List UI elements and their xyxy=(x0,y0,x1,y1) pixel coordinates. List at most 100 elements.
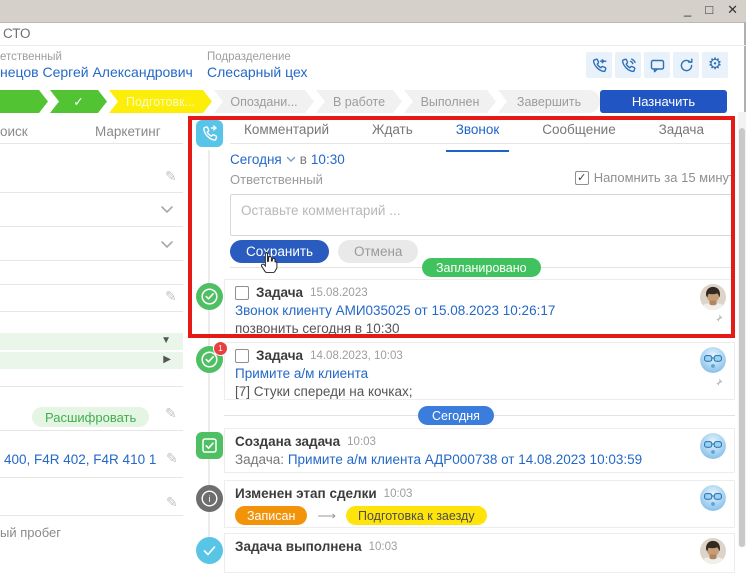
tab-comment[interactable]: Комментарий xyxy=(244,122,329,143)
new-stage-badge: Подготовка к заезду xyxy=(346,506,487,525)
tab-marketing[interactable]: Маркетинг xyxy=(95,124,161,139)
field-underline xyxy=(0,515,183,516)
decrypt-button[interactable]: Расшифровать xyxy=(32,407,149,427)
page-title: СТО xyxy=(3,26,30,41)
old-stage-badge: Записан xyxy=(235,506,307,525)
pin-icon[interactable] xyxy=(712,312,724,330)
task-activity-icon xyxy=(196,283,223,310)
activity-tabs: Комментарий Ждать Звонок Сообщение Задач… xyxy=(244,122,704,143)
card-title: Создана задача xyxy=(235,434,340,449)
timeline-card-task: Задача 15.08.2023 Звонок клиенту АМИ0350… xyxy=(224,279,735,336)
chevron-down-icon[interactable] xyxy=(286,156,296,163)
task-done-icon xyxy=(196,537,223,564)
timeline-card-task-done: Задача выполнена 10:03 xyxy=(224,533,735,573)
window-controls: _ □ ✕ xyxy=(684,2,738,18)
phone-icon xyxy=(620,57,637,74)
timeline-card-event: Создана задача 10:03 Задача: Примите а/м… xyxy=(224,428,735,473)
dropdown-triangle-icon[interactable]: ▼ xyxy=(161,335,171,346)
time-select[interactable]: 10:30 xyxy=(311,152,345,167)
list-row-selected[interactable]: ▼ xyxy=(0,333,183,350)
call-transfer-button[interactable] xyxy=(586,52,612,78)
stage-chip[interactable]: Выполнен xyxy=(404,90,496,113)
stage-chip[interactable] xyxy=(0,90,48,113)
field-underline xyxy=(0,284,183,285)
bot-avatar xyxy=(700,433,726,459)
info-icon: i xyxy=(196,485,223,512)
call-button[interactable] xyxy=(615,52,641,78)
task-checkbox[interactable] xyxy=(235,286,249,300)
edit-pencil-icon[interactable]: ✎ xyxy=(165,405,177,422)
card-title: Изменен этап сделки xyxy=(235,486,377,501)
pin-icon[interactable] xyxy=(712,376,724,394)
timeline-card-task: Задача 14.08.2023, 10:03 Примите а/м кли… xyxy=(224,342,735,400)
stage-chip-done[interactable]: ✓ xyxy=(50,90,107,113)
comment-input[interactable] xyxy=(230,194,735,236)
responsible-value-link[interactable]: нецов Сергей Александрович xyxy=(0,64,193,80)
parts-link[interactable]: 400, F4R 402, F4R 410 1 xyxy=(4,452,156,467)
edit-pencil-icon[interactable]: ✎ xyxy=(166,494,178,511)
save-button[interactable]: Сохранить xyxy=(230,240,329,263)
maximize-button[interactable]: □ xyxy=(705,2,713,18)
field-underline xyxy=(0,311,183,312)
chat-icon xyxy=(649,57,666,74)
refresh-icon xyxy=(678,57,695,74)
card-datetime: 14.08.2023, 10:03 xyxy=(310,350,403,362)
task-activity-icon: 1 xyxy=(196,346,223,373)
divider xyxy=(0,386,183,387)
tab-message[interactable]: Сообщение xyxy=(542,122,615,143)
timeline-card-stage-change: Изменен этап сделки 10:03 Записан ⟶ Подг… xyxy=(224,480,735,528)
stage-chip[interactable]: Завершить xyxy=(498,90,600,113)
edit-pencil-icon[interactable]: ✎ xyxy=(165,288,177,305)
task-link[interactable]: Примите а/м клиента АДР000738 от 14.08.2… xyxy=(288,452,642,467)
edit-pencil-icon[interactable]: ✎ xyxy=(166,450,178,467)
edit-pencil-icon[interactable]: ✎ xyxy=(165,168,177,185)
card-title: Задача xyxy=(256,348,303,363)
stage-chip[interactable]: В работе xyxy=(316,90,402,113)
arrow-right-icon: ⟶ xyxy=(317,508,336,524)
sync-button[interactable] xyxy=(673,52,699,78)
card-note: [7] Стуки спереди на кочках; xyxy=(235,384,724,399)
tab-task[interactable]: Задача xyxy=(659,122,704,143)
expand-triangle-icon[interactable]: ▶ xyxy=(163,354,171,365)
card-datetime: 15.08.2023 xyxy=(310,287,368,299)
settings-button[interactable]: ⚙ xyxy=(702,52,728,78)
date-select[interactable]: Сегодня xyxy=(230,152,282,167)
header-toolbar: ⚙ xyxy=(586,52,728,78)
close-button[interactable]: ✕ xyxy=(727,2,738,18)
stage-chip[interactable]: Опоздани... xyxy=(214,90,314,113)
field-underline xyxy=(0,192,183,193)
reminder-label: Напомнить за 15 минут xyxy=(594,170,735,185)
card-note: позвонить сегодня в 10:30 xyxy=(235,321,724,336)
stage-chip-current[interactable]: Подготовк... xyxy=(109,90,212,113)
chat-button[interactable] xyxy=(644,52,670,78)
tab-wait[interactable]: Ждать xyxy=(372,122,413,143)
tab-search[interactable]: оиск xyxy=(0,124,28,139)
bot-avatar xyxy=(700,347,726,373)
task-created-icon xyxy=(196,432,223,459)
card-title: Задача xyxy=(256,285,303,300)
chevron-down-icon[interactable] xyxy=(160,201,174,219)
window-titlebar xyxy=(0,0,746,23)
minimize-button[interactable]: _ xyxy=(684,2,691,18)
tab-call[interactable]: Звонок xyxy=(456,122,500,143)
assign-button[interactable]: Назначить xyxy=(600,90,727,113)
task-checkbox[interactable] xyxy=(235,349,249,363)
reminder-checkbox[interactable]: ✓ xyxy=(575,171,589,185)
today-badge: Сегодня xyxy=(418,406,494,425)
scrollbar-thumb[interactable] xyxy=(739,128,745,547)
divider xyxy=(0,430,183,431)
check-icon: ✓ xyxy=(73,94,83,109)
deal-stage-bar: ✓ Подготовк... Опоздани... В работе Выпо… xyxy=(0,90,600,113)
call-transfer-icon xyxy=(591,57,608,74)
bot-avatar xyxy=(700,485,726,511)
cancel-button[interactable]: Отмена xyxy=(338,240,418,263)
field-underline xyxy=(0,260,183,261)
avatar xyxy=(700,538,726,564)
task-link[interactable]: Звонок клиенту АМИ035025 от 15.08.2023 1… xyxy=(235,303,724,318)
chevron-down-icon[interactable] xyxy=(160,236,174,254)
task-link[interactable]: Примите а/м клиента xyxy=(235,366,724,381)
avatar xyxy=(700,284,726,310)
responsible-label: етственный xyxy=(0,51,62,63)
list-row-selected[interactable]: ▶ xyxy=(0,352,183,369)
department-value-link[interactable]: Слесарный цех xyxy=(207,64,307,80)
